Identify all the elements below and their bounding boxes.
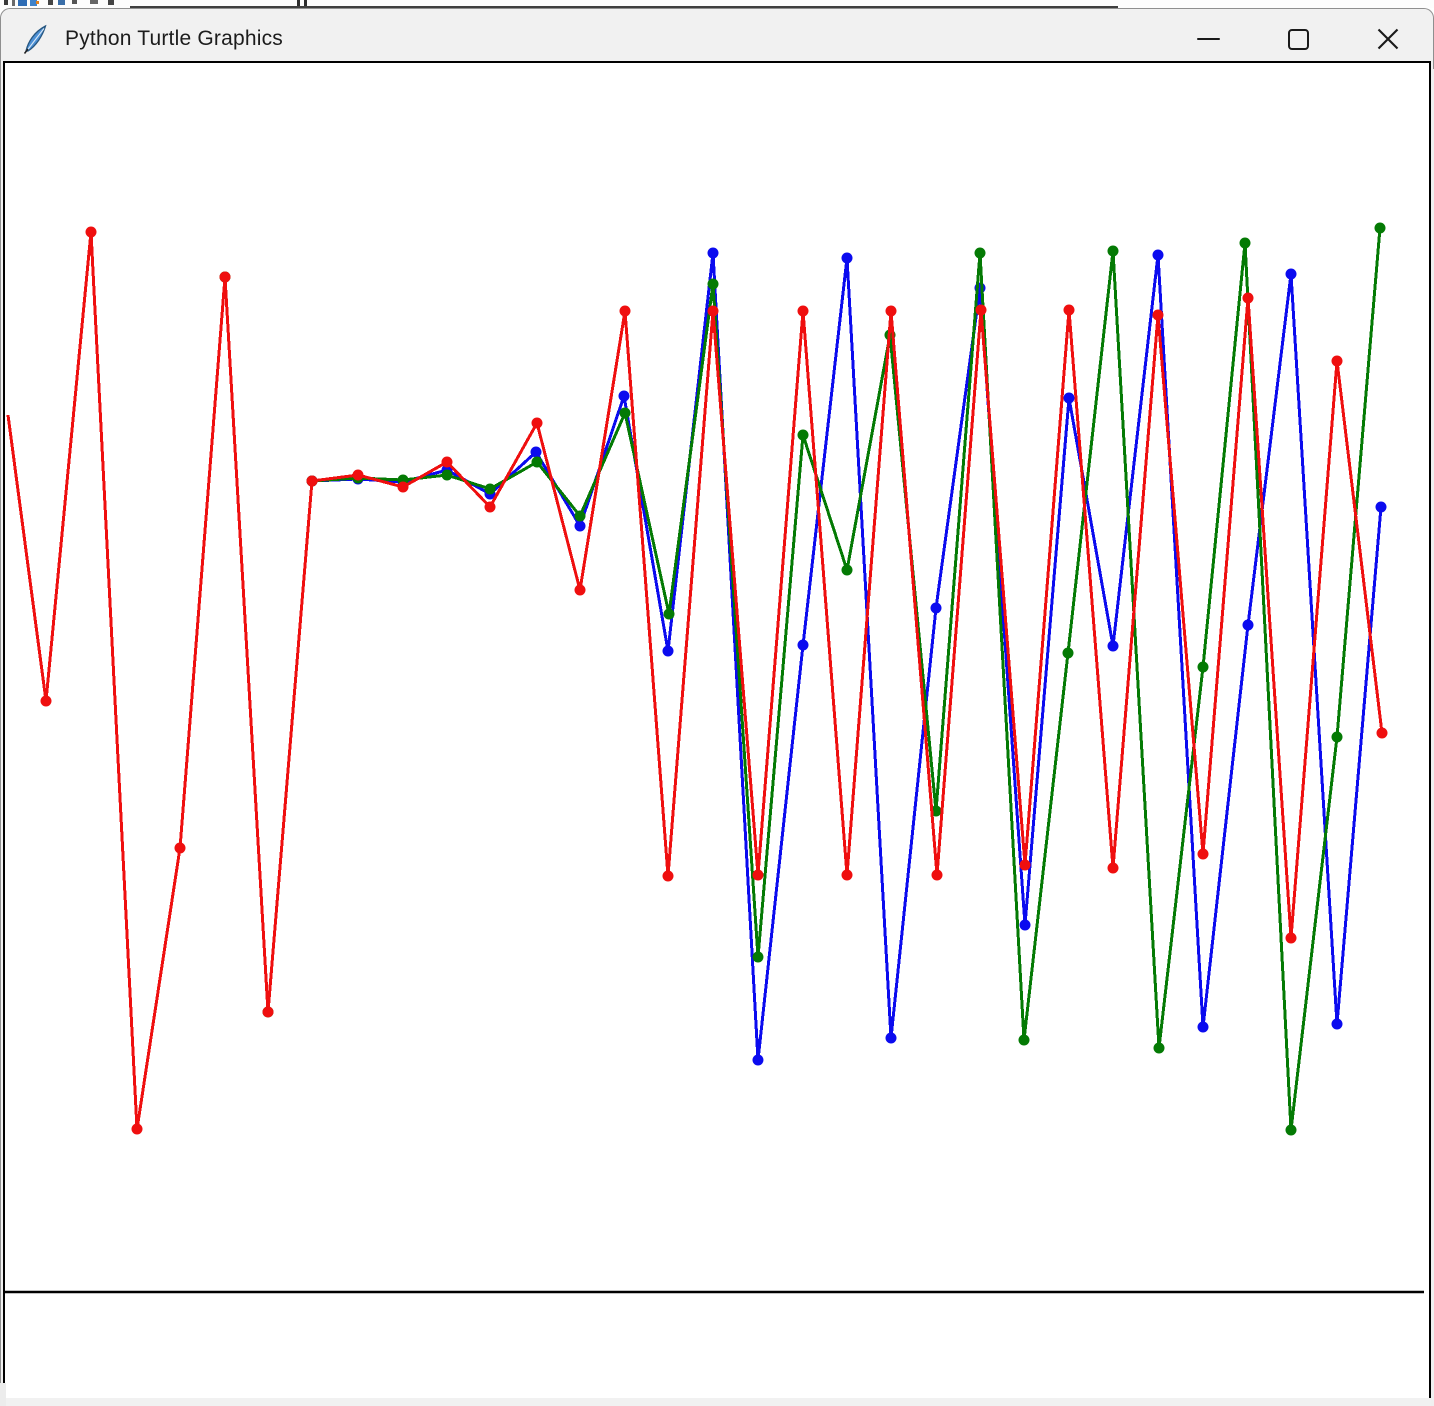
close-icon [1377,28,1399,50]
python-feather-icon [22,24,48,54]
minimize-button[interactable] [1163,9,1253,69]
close-button[interactable] [1343,9,1433,69]
window-title: Python Turtle Graphics [65,27,283,50]
window-corner-fade [0,1383,6,1406]
turtle-canvas [3,61,1431,1398]
background-window-sliver [0,0,1434,8]
maximize-icon [1287,28,1309,50]
maximize-button[interactable] [1253,9,1343,69]
titlebar[interactable]: Python Turtle Graphics [1,9,1433,69]
window-controls [1163,9,1433,69]
minimize-icon [1196,37,1220,41]
